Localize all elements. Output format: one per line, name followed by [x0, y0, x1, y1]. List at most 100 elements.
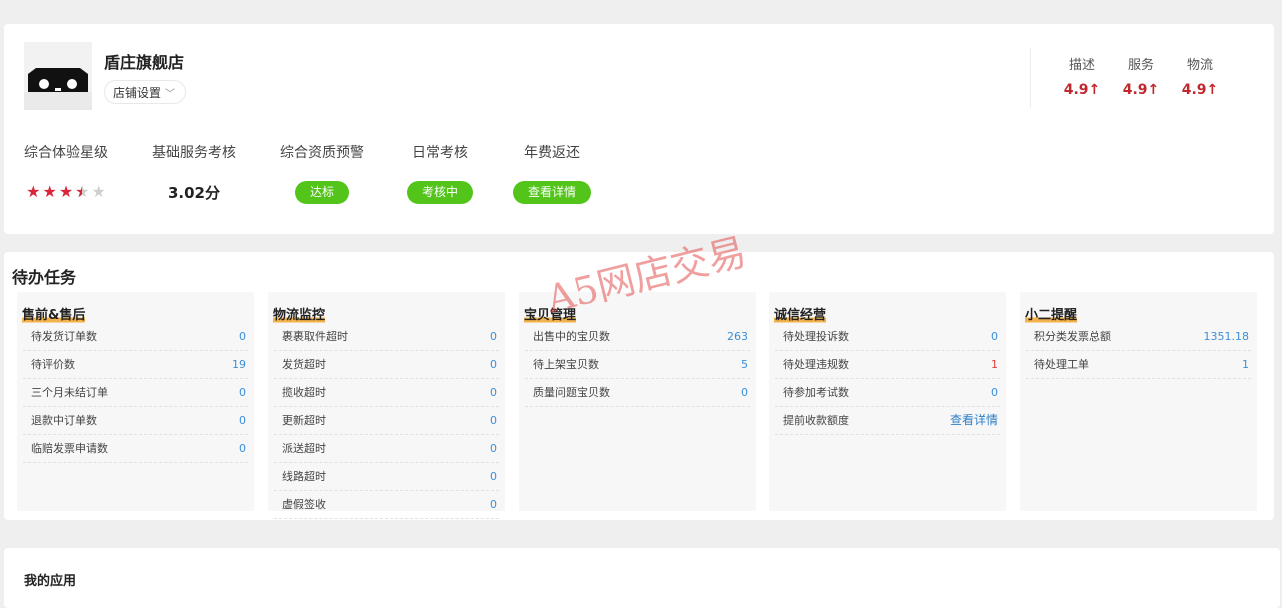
rating-label: 描述	[1068, 58, 1095, 73]
shop-settings-dropdown[interactable]: 店铺设置 ﹀	[104, 80, 187, 104]
metric-daily-review: 日常考核 考核中	[407, 142, 474, 204]
task-item[interactable]: 提前收款额度 查看详情	[775, 407, 1000, 435]
task-label: 积分类发票总额	[1034, 330, 1111, 343]
task-item[interactable]: 待评价数 19	[23, 351, 248, 379]
rating-description: 描述 4.9↑	[1057, 54, 1107, 98]
task-label: 更新超时	[282, 414, 326, 427]
task-item[interactable]: 质量问题宝贝数 0	[525, 379, 750, 407]
task-label: 虚假签收	[282, 498, 326, 511]
task-count[interactable]: 0	[490, 351, 497, 378]
rating-label: 服务	[1127, 58, 1154, 73]
task-item[interactable]: 待参加考试数 0	[775, 379, 1000, 407]
task-count[interactable]: 0	[490, 379, 497, 406]
task-panel-item-management: 宝贝管理出售中的宝贝数 263 待上架宝贝数 5 质量问题宝贝数 0	[519, 292, 756, 511]
rating-value: 4.9↑	[1063, 82, 1101, 98]
task-label: 待处理投诉数	[783, 330, 849, 343]
my-apps-card: 我的应用	[4, 548, 1280, 608]
shop-info-card: 盾庄旗舰店 店铺设置 ﹀ 描述 4.9↑ 服务 4.9↑ 物流 4.9↑ 综合体…	[4, 24, 1274, 234]
task-item[interactable]: 线路超时 0	[274, 463, 499, 491]
task-item[interactable]: 虚假签收 0	[274, 491, 499, 519]
details-link[interactable]: 查看详情	[950, 407, 998, 434]
star-full-icon: ★	[26, 182, 41, 201]
qualification-badge-button[interactable]: 达标	[294, 180, 349, 204]
task-count[interactable]: 5	[741, 351, 748, 378]
task-item[interactable]: 发货超时 0	[274, 351, 499, 379]
task-label: 发货超时	[282, 358, 326, 371]
task-label: 待处理违规数	[783, 358, 849, 371]
task-count[interactable]: 0	[490, 491, 497, 518]
metric-label: 综合资质预警	[280, 145, 364, 161]
task-count[interactable]: 0	[239, 435, 246, 462]
divider	[1030, 48, 1031, 108]
annual-fee-details-button[interactable]: 查看详情	[513, 180, 592, 204]
task-list: 待发货订单数 0 待评价数 19 三个月未结订单 0 退款中订单数 0 临赔发票申请数 0	[23, 323, 248, 463]
task-item[interactable]: 出售中的宝贝数 263	[525, 323, 750, 351]
metric-annual-fee: 年费返还 查看详情	[513, 142, 592, 204]
task-item[interactable]: 积分类发票总额 1351.18	[1026, 323, 1251, 351]
task-panel-staff-reminder: 小二提醒积分类发票总额 1351.18 待处理工单 1	[1020, 292, 1257, 511]
task-count[interactable]: 0	[239, 407, 246, 434]
task-count[interactable]: 263	[727, 323, 748, 350]
rating-service: 服务 4.9↑	[1116, 54, 1166, 98]
metric-label: 年费返还	[524, 145, 580, 161]
task-label: 出售中的宝贝数	[533, 330, 610, 343]
task-label: 线路超时	[282, 470, 326, 483]
rating-label: 物流	[1186, 58, 1213, 73]
task-item[interactable]: 待处理工单 1	[1026, 351, 1251, 379]
rating-value: 4.9↑	[1122, 82, 1160, 98]
task-item[interactable]: 待处理违规数 1	[775, 351, 1000, 379]
task-panel-integrity-operation: 诚信经营 待处理投诉数 0 待处理违规数 1 待参加考试数 0 提前收款额度 查看详情	[769, 292, 1006, 511]
task-label: 揽收超时	[282, 386, 326, 399]
task-count[interactable]: 0	[239, 323, 246, 350]
metric-experience-stars: 综合体验星级 ★ ★ ★ ★ ★ ★	[24, 142, 108, 204]
task-list: 待处理投诉数 0 待处理违规数 1 待参加考试数 0 提前收款额度 查看详情	[775, 323, 1000, 435]
task-count[interactable]: 1	[1242, 351, 1249, 378]
task-item[interactable]: 派送超时 0	[274, 435, 499, 463]
section-title: 我的应用	[24, 574, 77, 589]
task-label: 待发货订单数	[31, 330, 97, 343]
task-item[interactable]: 更新超时 0	[274, 407, 499, 435]
task-count[interactable]: 0	[239, 379, 246, 406]
service-score: 3.02分	[167, 183, 220, 202]
panel-title: 小二提醒	[1025, 304, 1078, 324]
task-list: 出售中的宝贝数 263 待上架宝贝数 5 质量问题宝贝数 0	[525, 323, 750, 407]
task-item[interactable]: 退款中订单数 0	[23, 407, 248, 435]
rating-logistics: 物流 4.9↑	[1175, 54, 1225, 98]
task-label: 三个月未结订单	[31, 386, 108, 399]
task-list: 积分类发票总额 1351.18 待处理工单 1	[1026, 323, 1251, 379]
task-item[interactable]: 三个月未结订单 0	[23, 379, 248, 407]
task-count[interactable]: 0	[991, 379, 998, 406]
task-item[interactable]: 裹裹取件超时 0	[274, 323, 499, 351]
task-list: 裹裹取件超时 0 发货超时 0 揽收超时 0 更新超时 0 派送超时 0 线路超时 0 虚假签收 0	[274, 323, 499, 519]
task-count[interactable]: 0	[490, 435, 497, 462]
task-label: 退款中订单数	[31, 414, 97, 427]
task-label: 待上架宝贝数	[533, 358, 599, 371]
task-count[interactable]: 0	[741, 379, 748, 406]
panel-title: 售前&售后	[22, 304, 86, 324]
task-item[interactable]: 临赔发票申请数 0	[23, 435, 248, 463]
task-count[interactable]: 0	[991, 323, 998, 350]
task-item[interactable]: 揽收超时 0	[274, 379, 499, 407]
task-label: 派送超时	[282, 442, 326, 455]
star-empty-icon: ★	[91, 182, 106, 201]
metric-qualification: 综合资质预警 达标	[280, 142, 364, 204]
shop-logo[interactable]	[24, 42, 92, 110]
panel-title: 宝贝管理	[524, 304, 577, 324]
task-count[interactable]: 1351.18	[1204, 323, 1250, 350]
rating-value: 4.9↑	[1181, 82, 1219, 98]
task-count[interactable]: 0	[490, 407, 497, 434]
metric-label: 综合体验星级	[24, 145, 108, 161]
daily-review-badge-button[interactable]: 考核中	[407, 180, 474, 204]
metric-label: 基础服务考核	[152, 145, 236, 161]
task-count[interactable]: 0	[490, 323, 497, 350]
task-count[interactable]: 0	[490, 463, 497, 490]
task-label: 待评价数	[31, 358, 75, 371]
star-fill: ★	[75, 184, 83, 200]
task-count[interactable]: 1	[991, 351, 998, 378]
star-full-icon: ★	[42, 182, 57, 201]
task-item[interactable]: 待处理投诉数 0	[775, 323, 1000, 351]
todo-tasks-card: 待办任务 售前&售后 待发货订单数 0 待评价数 19 三个月未结订单 0 退款中订单数 0 临赔…	[4, 252, 1274, 520]
task-count[interactable]: 19	[232, 351, 246, 378]
task-item[interactable]: 待发货订单数 0	[23, 323, 248, 351]
task-item[interactable]: 待上架宝贝数 5	[525, 351, 750, 379]
